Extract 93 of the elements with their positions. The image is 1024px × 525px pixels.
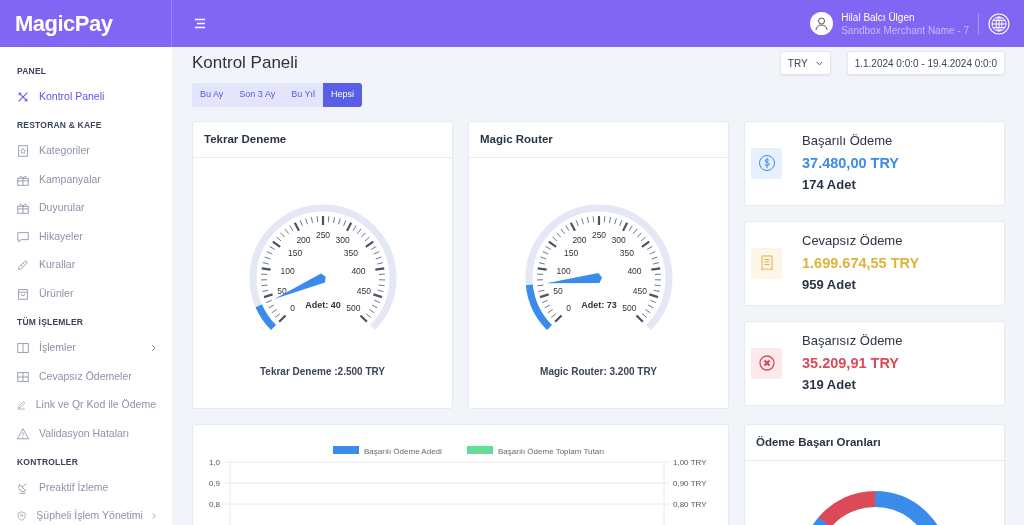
columns-icon [16,341,30,355]
stat-title: Başarılı Ödeme [802,132,894,151]
gauge-label: 0 [290,303,295,314]
sidebar-item[interactable]: Link ve Qr Kod ile Ödeme [0,390,172,420]
axis-label: 0,9 [208,478,220,488]
gauge-label: 150 [564,247,579,258]
period-tab[interactable]: Bu Yıl [283,83,324,107]
gauge-label: 350 [619,247,634,258]
tools-icon [16,90,30,104]
card-title: Magic Router [469,121,728,158]
sidebar-item[interactable]: Kurallar [0,251,172,280]
stat-amount: 35.209,91 TRY [802,353,900,373]
stat-count: 959 Adet [802,276,857,295]
gauge-label: 250 [315,229,331,240]
sidebar-item[interactable]: Cevapsız Ödemeler [0,362,172,391]
gift-icon [16,201,30,216]
chat-icon [16,229,30,244]
chevron-down-icon [815,60,823,66]
avatar-icon[interactable] [810,12,834,35]
gauge-count: Adet: 73 [581,299,617,310]
gauge-label: 400 [351,266,366,276]
gauge-label: 100 [556,266,571,276]
gauge-label: 300 [335,234,350,245]
gauge-label: 450 [632,286,647,297]
date-range-field[interactable]: 1.1.2024 0:0:0 - 19.4.2024 0:0:0 [846,51,1005,75]
gauge-label: 500 [346,303,361,314]
axis-label: 0,80 TRY [673,499,707,509]
stat-count: 319 Adet [802,376,857,395]
sidebar-item[interactable]: Kontrol Paneli [0,82,172,112]
shield-icon [16,509,28,524]
gauge-fill [255,304,277,330]
grid-icon [16,369,30,384]
sidebar-item[interactable]: İşlemler [0,333,172,363]
period-tab[interactable]: Hepsi [323,83,363,107]
gauge-label: 150 [288,247,303,258]
card-title: Ödeme Başarı Oranları [745,424,1004,461]
legend-label: Başarılı Ödeme Toplam Tutarı [498,446,605,456]
gauge-label: 100 [280,266,295,276]
stat-title: Cevapsız Ödeme [802,232,904,251]
bag-icon [16,286,30,301]
dollar-icon [757,154,776,172]
user-name: Hilal Balcı Ülgen [841,10,916,24]
currency-select[interactable]: TRY [779,51,831,75]
period-tab[interactable]: Son 3 Ay [231,83,284,107]
sidebar-item[interactable]: Kampanyalar [0,165,172,194]
ruler-icon [16,258,30,273]
gauge-label: 200 [296,234,311,245]
x-circle-icon [757,354,776,372]
section-heading: PANEL [16,65,48,78]
sidebar-item[interactable]: Kategoriler [0,137,172,166]
gauge-label: 250 [591,229,607,240]
gauge-label: 350 [343,247,358,258]
merchant-name: Sandbox Merchant Name - 7 [841,23,969,37]
axis-label: 1,00 TRY [673,457,707,467]
section-heading: TÜM İŞLEMLER [16,316,85,329]
card-title: Tekrar Deneme [193,121,452,158]
axis-label: 0,8 [208,499,220,509]
sidebar-item[interactable]: Ürünler [0,279,172,308]
gauge-label: 200 [572,234,587,245]
gauge-caption: Magic Router: 3.200 TRY [539,364,658,379]
legend-item[interactable]: Başarılı Ödeme Adedi [333,445,442,456]
gauge-label: 50 [553,286,563,297]
gauge-caption: Tekrar Deneme :2.500 TRY [258,364,387,379]
gauge-label: 500 [622,303,637,314]
gauge-fill [525,284,553,330]
gauge-count: Adet: 40 [305,299,341,310]
stat-amount: 37.480,00 TRY [802,153,899,173]
gauge-label: 50 [277,286,287,297]
sidebar-item[interactable]: Hikayeler [0,222,172,251]
gauge-label: 400 [627,266,642,276]
stat-amount: 1.699.674,55 TRY [802,253,920,273]
gauge-label: 300 [611,234,626,245]
pencil-icon [16,398,27,412]
stat-count: 174 Adet [802,176,857,195]
gauge-label: 450 [356,286,371,297]
sidebar-item[interactable]: Duyurular [0,194,172,223]
stat-title: Başarısız Ödeme [802,332,903,351]
axis-label: 1,0 [208,457,220,467]
gauge-label: 0 [566,303,571,314]
axis-label: 0,90 TRY [673,478,707,488]
period-tab[interactable]: Bu Ay [192,83,232,107]
section-heading: RESTORAN & KAFE [16,119,103,133]
sidebar-item[interactable]: Şüpheli İşlem Yönetimi [0,502,172,525]
gauge-needle [274,273,326,299]
sidebar-item[interactable]: Preaktif İzleme [0,473,172,502]
warning-icon [16,426,30,441]
sidebar-item[interactable]: Validasyon Hataları [0,419,172,448]
menu-icon[interactable] [194,18,207,29]
page-title: Kontrol Paneli [192,52,298,74]
legend-label: Başarılı Ödeme Adedi [364,446,443,456]
legend-item[interactable]: Başarılı Ödeme Toplam Tutarı [467,445,605,456]
section-heading: KONTROLLER [16,455,80,469]
globe-icon[interactable] [988,12,1010,35]
